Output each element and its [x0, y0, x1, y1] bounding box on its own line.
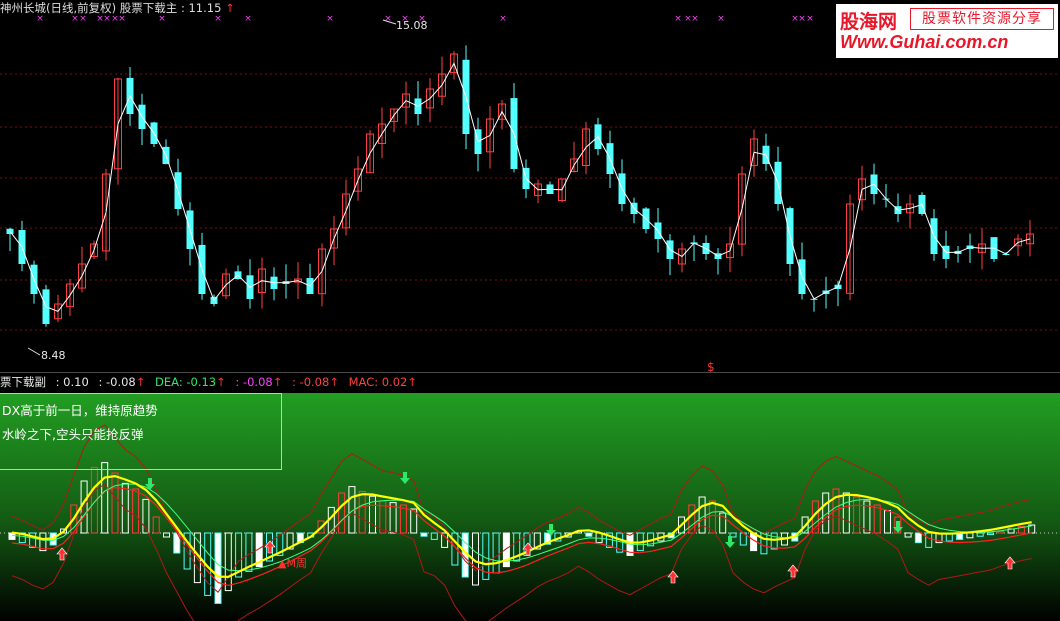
candle: [762, 133, 770, 171]
candle: [30, 260, 38, 304]
low-price-label: 8.48: [41, 349, 66, 362]
macd-bar: [914, 532, 922, 544]
indicator-name: 票下载副: [0, 375, 46, 389]
candle: [114, 77, 122, 185]
week-label: ▲M周: [278, 557, 307, 570]
main-chart-header: 神州长城(日线,前复权) 股票下载主 : 11.15 ↑: [0, 0, 235, 16]
arrow-icon: ↑: [329, 375, 339, 389]
candle: [222, 268, 230, 300]
signal-marker: ×: [717, 14, 725, 24]
arrow-icon: ↑: [407, 375, 418, 389]
price-grid-lines: [0, 73, 1060, 331]
indicator-header: 票下载副 : 0.10 : -0.08↑ DEA: -0.13↑ : -0.08…: [0, 374, 423, 390]
candle: [66, 278, 74, 316]
candle: [738, 166, 746, 257]
signal-marker: ×: [806, 14, 814, 24]
macd-bar: [585, 532, 593, 537]
candle: [690, 235, 698, 262]
price-value: : 11.15: [180, 1, 222, 15]
candle: [486, 106, 494, 169]
watermark-url: Www.Guhai.com.cn: [840, 32, 1009, 52]
high-price-label: 15.08: [396, 19, 428, 32]
signal-marker: ×: [499, 14, 507, 24]
candle: [174, 158, 182, 216]
moving-average-line: [9, 62, 1031, 313]
candle: [258, 257, 266, 309]
candle: [534, 179, 542, 204]
candle: [642, 207, 650, 234]
candle: [6, 227, 14, 252]
candle: [906, 194, 914, 229]
candle: [282, 264, 290, 299]
indicator-value-2: : -0.08: [98, 375, 136, 389]
candle: [570, 141, 578, 173]
indicator-value-3: : -0.08: [235, 375, 273, 389]
candle: [186, 202, 194, 266]
candle: [414, 81, 422, 126]
candle: [102, 168, 110, 261]
macd-bar: [420, 532, 428, 537]
mac-value: MAC: 0.02: [348, 375, 408, 389]
candle: [546, 181, 554, 195]
candlestick-series: [6, 45, 1034, 327]
candle: [330, 215, 338, 266]
candle: [366, 129, 374, 174]
candle: [810, 297, 818, 312]
signal-dollar-mark: $: [707, 360, 715, 372]
candle: [954, 245, 962, 263]
candle: [198, 232, 206, 300]
analysis-line-1: DX高于前一日，维持原趋势: [2, 403, 158, 418]
candle: [270, 267, 278, 301]
candle: [246, 259, 254, 309]
candle: [306, 263, 314, 295]
candle: [834, 280, 842, 307]
candle: [18, 220, 26, 272]
watermark-brand: 股海网: [840, 11, 898, 33]
arrow-icon: ↑: [135, 375, 146, 389]
signal-marker: ×: [691, 14, 699, 24]
indicator-value-1: : 0.10: [55, 375, 89, 389]
analysis-line-2: 水岭之下,空头只能抢反弹: [2, 427, 144, 442]
watermark-tagline: 股票软件资源分享: [910, 8, 1054, 30]
candle: [510, 83, 518, 173]
signal-marker: ×: [244, 14, 252, 24]
indicator-value-4: : -0.08: [292, 375, 330, 389]
analysis-text-box: DX高于前一日，维持原趋势 水岭之下,空头只能抢反弹: [0, 393, 282, 470]
chart-title: 神州长城(日线,前复权) 股票下载主: [0, 1, 178, 15]
candle: [1026, 220, 1034, 257]
price-arrow-icon: ↑: [225, 1, 235, 15]
arrow-icon: ↑: [272, 375, 283, 389]
candle: [666, 234, 674, 276]
candle: [558, 178, 566, 203]
signal-marker: ×: [674, 14, 682, 24]
stock-chart-window: × × × × × × × × × × × × × × × × × × × × × × 15.08 8.48 $ 神州长城…: [0, 0, 1060, 621]
candle: [498, 99, 506, 130]
candle: [450, 51, 458, 80]
candle: [618, 159, 626, 212]
watermark-logo: 股海网 股票软件资源分享 Www.Guhai.com.cn: [836, 4, 1058, 58]
candle: [714, 248, 722, 275]
candle: [774, 146, 782, 211]
dea-value: DEA: -0.13: [155, 375, 217, 389]
signal-marker: ×: [798, 14, 806, 24]
candle: [378, 107, 386, 159]
signal-marker: ×: [326, 14, 334, 24]
candle: [798, 242, 806, 300]
candle: [150, 121, 158, 148]
candle: [342, 179, 350, 236]
candle: [678, 242, 686, 273]
arrow-icon: ↑: [216, 375, 226, 389]
candle: [786, 206, 794, 276]
candle: [474, 117, 482, 172]
panel-divider: [0, 372, 1060, 373]
